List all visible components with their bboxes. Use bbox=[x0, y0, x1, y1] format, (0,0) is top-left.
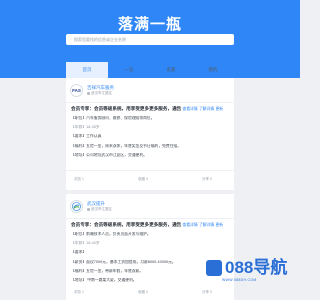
divider bbox=[66, 218, 234, 219]
views-count: 浏览 1 bbox=[74, 177, 84, 181]
card-headline-text: 会员专享：会员等级系统，用享受更多更多服务，通告 bbox=[71, 222, 182, 227]
favorite-button[interactable]: 收藏 0 bbox=[138, 177, 148, 182]
search-placeholder: 搜索您要找的信息或企业名称 bbox=[74, 37, 126, 42]
location-icon bbox=[87, 91, 90, 95]
watermark-text: 088导航 bbox=[225, 258, 288, 277]
views-count: 浏览 1 bbox=[74, 290, 84, 294]
card-line: 【年龄】18-40岁 bbox=[71, 241, 100, 245]
search-input[interactable]: 搜索您要找的信息或企业名称 bbox=[66, 34, 234, 45]
card-headline: 会员专享：会员等级系统，用享受更多更多服务，通告 查看详情 了解详情 更新 bbox=[71, 222, 229, 228]
company-logo bbox=[70, 200, 83, 213]
watermark-url: WWW.088DH.COM bbox=[222, 278, 257, 282]
card-line: 【年龄】18-35岁 bbox=[71, 125, 100, 129]
tab-mine[interactable]: 我的 bbox=[192, 62, 234, 78]
share-button[interactable]: 分享 0 bbox=[202, 177, 212, 182]
headline-link[interactable]: 查看详情 bbox=[183, 107, 198, 111]
card-headline-text: 会员专享：会员等级系统，用享受更多更多服务，通告 bbox=[71, 106, 182, 111]
location-icon bbox=[87, 207, 90, 211]
watermark-logo-icon bbox=[206, 260, 222, 276]
card-line: 【职位】前端技术人员，负责页面开发与维护。 bbox=[71, 232, 151, 236]
card-stats: 浏览 1 收藏 0 分享 0 bbox=[66, 288, 234, 298]
site-logo[interactable]: 落满一瓶 bbox=[0, 13, 300, 34]
card-line: 【地址】公司地址武汉市江夏区，交通便利。 bbox=[71, 153, 147, 157]
card-line: 【福利】五险一金，周末双休，年底奖金及节日福利，免费住宿。 bbox=[71, 144, 182, 148]
headline-link[interactable]: 了解详情 bbox=[199, 223, 214, 227]
favorite-button[interactable]: 收藏 0 bbox=[138, 290, 148, 295]
tab-overview[interactable]: 一览 bbox=[108, 62, 150, 78]
divider bbox=[66, 170, 234, 171]
headline-link[interactable]: 更新 bbox=[215, 223, 223, 227]
company-logo-icon bbox=[72, 202, 81, 211]
card-stats: 浏览 1 收藏 0 分享 0 bbox=[66, 175, 234, 185]
card-line: 【要求】 bbox=[71, 250, 87, 254]
company-location: 武汉市江夏区 bbox=[87, 207, 112, 212]
tab-famous[interactable]: 名家 bbox=[150, 62, 192, 78]
headline-link[interactable]: 更新 bbox=[215, 107, 223, 111]
tab-bar: 首页 一览 名家 我的 bbox=[66, 62, 234, 78]
headline-link[interactable]: 查看详情 bbox=[183, 223, 198, 227]
listing-card[interactable]: FAS 吉祥汽车服务 武汉市江夏区 会员专享：会员等级系统，用享受更多更多服务，… bbox=[66, 78, 234, 190]
headline-link[interactable]: 了解详情 bbox=[199, 107, 214, 111]
card-line: 【要求】工作认真 bbox=[71, 134, 102, 138]
company-location: 武汉市江夏区 bbox=[87, 91, 112, 96]
divider bbox=[66, 102, 234, 103]
tab-home[interactable]: 首页 bbox=[66, 62, 108, 78]
watermark: 088导航 WWW.088DH.COM bbox=[206, 258, 300, 288]
card-headline: 会员专享：会员等级系统，用享受更多更多服务，通告 查看详情 了解详情 更新 bbox=[71, 106, 229, 112]
company-logo: FAS bbox=[70, 84, 83, 97]
share-button[interactable]: 分享 0 bbox=[202, 290, 212, 295]
card-line: 【职位】汽车服务顾问、维修、保险理赔等岗位。 bbox=[71, 116, 155, 120]
